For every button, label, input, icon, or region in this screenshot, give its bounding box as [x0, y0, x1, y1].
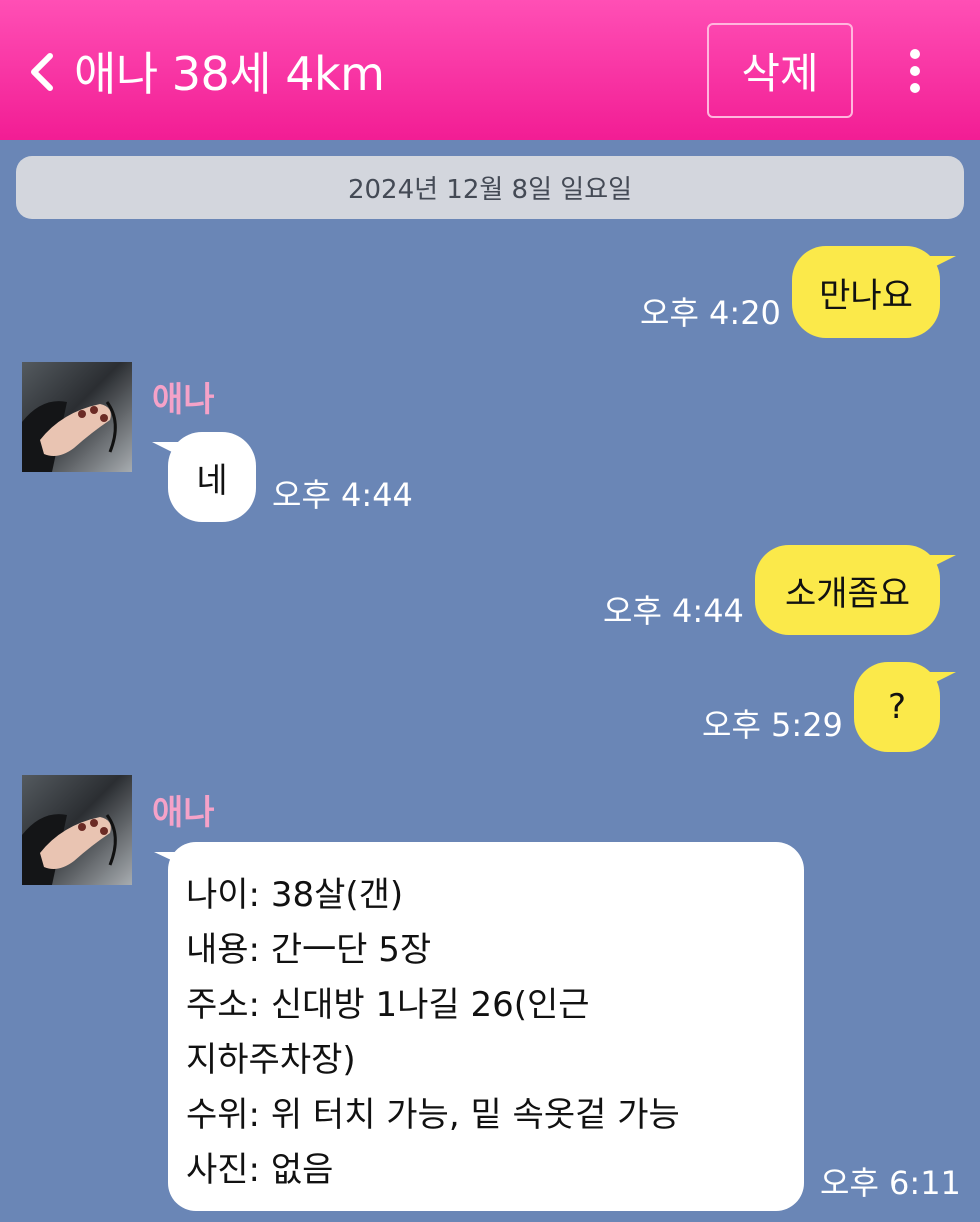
message-line: 사진: 없음 — [186, 1150, 334, 1190]
date-separator: 2024년 12월 8일 일요일 — [16, 156, 964, 219]
message-time: 오후 4:44 — [603, 592, 744, 630]
message-time: 오후 4:44 — [272, 476, 413, 514]
message-line: 지하주차장) — [186, 1040, 356, 1080]
avatar-photo-icon — [22, 401, 117, 472]
delete-button[interactable]: 삭제 — [707, 23, 853, 118]
my-message-bubble[interactable]: ? — [854, 662, 956, 752]
their-message-bubble[interactable]: 네 — [152, 432, 256, 522]
back-chevron-icon[interactable] — [26, 52, 58, 92]
message-line: 나이: 38살(갠) — [186, 875, 404, 915]
sender-avatar[interactable] — [22, 362, 132, 472]
message-time: 오후 6:11 — [820, 1164, 961, 1202]
my-message-bubble[interactable]: 만나요 — [792, 246, 956, 338]
message-line: 주소: 신대방 1나길 26(인근 — [186, 985, 590, 1025]
message-line: 내용: 간一단 5장 — [186, 930, 432, 970]
my-message-bubble[interactable]: 소개좀요 — [755, 545, 956, 635]
message-time: 오후 5:29 — [702, 706, 843, 744]
chat-title[interactable]: 애나 38세 4km — [74, 38, 385, 104]
message-line: 수위: 위 터치 가능, 밑 속옷겉 가능 — [186, 1095, 680, 1135]
sender-avatar[interactable] — [22, 775, 132, 885]
more-vertical-icon[interactable] — [900, 46, 930, 96]
chat-header: 애나 38세 4km 삭제 — [0, 0, 980, 140]
sender-name: 애나 — [152, 380, 215, 420]
sender-name: 애나 — [152, 793, 215, 833]
their-message-bubble[interactable]: 나이: 38살(갠) 내용: 간一단 5장 주소: 신대방 1나길 26(인근 … — [154, 842, 804, 1211]
avatar-photo-icon — [22, 814, 117, 885]
message-time: 오후 4:20 — [640, 294, 781, 332]
